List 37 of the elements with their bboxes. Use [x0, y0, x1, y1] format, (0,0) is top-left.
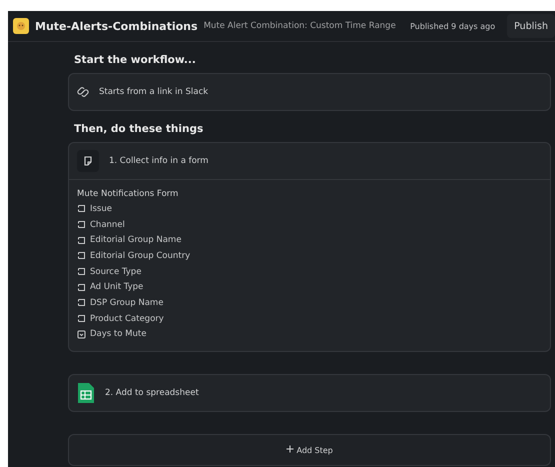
form-title: Mute Notifications Form — [77, 189, 180, 199]
form-field-label: Editorial Group Name — [90, 235, 182, 246]
add-step-button[interactable]: Add Step — [68, 434, 551, 466]
text-field-icon — [77, 251, 86, 260]
spreadsheet-icon — [77, 382, 95, 404]
form-field-label: DSP Group Name — [90, 298, 164, 308]
form-field-label: Ad Unit Type — [90, 282, 144, 292]
section-title: Start the workflow... — [74, 54, 197, 66]
text-field-icon — [77, 204, 86, 214]
text-field-icon — [77, 314, 86, 324]
plus-icon — [286, 445, 294, 454]
text-field-icon — [77, 267, 86, 276]
app-logo-icon — [13, 18, 29, 34]
text-field-icon — [77, 298, 86, 308]
form-field-label: Source Type — [90, 266, 142, 277]
app-name: Mute-Alerts-Combinations — [35, 20, 198, 32]
form-icon — [77, 150, 99, 172]
section-title: Then, do these things — [74, 123, 204, 135]
form-field-label: Issue — [90, 204, 112, 214]
text-field-icon — [77, 236, 86, 245]
trigger-label: Starts from a link in Slack — [99, 87, 208, 97]
text-field-icon — [77, 282, 86, 292]
publish-status: Published 9 days ago — [410, 22, 496, 30]
trigger-card[interactable]: Starts from a link in Slack — [68, 73, 551, 111]
step-label: 2. Add to spreadsheet — [105, 388, 199, 398]
dropdown-icon — [77, 330, 86, 339]
form-field-label: Editorial Group Country — [90, 250, 190, 261]
text-field-icon — [77, 220, 86, 230]
form-field-label: Days to Mute — [90, 329, 146, 340]
form-field-label: Product Category — [90, 314, 164, 324]
form-field-label: Channel — [90, 220, 125, 230]
step-card[interactable]: 1. Collect info in a form Mute Notifications Form Issue Channel Editorial Group Name Editorial Group Country Source Type Ad Unit Type DSP Group Name Product Category Days to Mute — [68, 142, 551, 352]
workflow-subtitle: Mute Alert Combination: Custom Time Range — [204, 21, 397, 31]
link-icon — [77, 86, 89, 98]
step-label: 1. Collect info in a form — [109, 156, 208, 166]
step-card[interactable]: 2. Add to spreadsheet — [68, 374, 551, 412]
publish-button[interactable]: Publish — [507, 14, 555, 38]
